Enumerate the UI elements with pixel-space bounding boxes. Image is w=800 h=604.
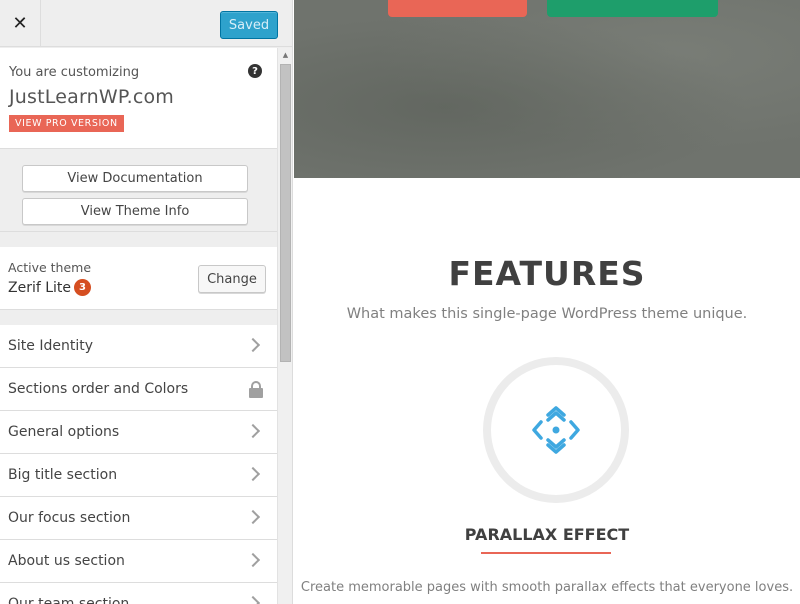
section-label: General options [8,424,120,440]
customizing-label: You are customizing [9,65,140,80]
feature-title: PARALLAX EFFECT [464,525,630,544]
help-icon[interactable]: ? [248,64,262,78]
section-label: Site Identity [8,338,93,354]
section-list: Site Identity Sections order and Colors … [0,325,277,604]
customizer-header: ✕ Saved [0,0,292,47]
section-item-sections-order[interactable]: Sections order and Colors [0,368,277,411]
chevron-right-icon [245,595,261,604]
saved-button[interactable]: Saved [220,11,278,39]
section-item-our-focus[interactable]: Our focus section [0,497,277,540]
section-item-about-us[interactable]: About us section [0,540,277,583]
section-label: Sections order and Colors [8,381,189,397]
section-label: Our focus section [8,510,131,526]
divider [0,233,277,247]
customize-info: You are customizing ? JustLearnWP.com VI… [0,48,277,149]
chevron-right-icon [245,337,261,353]
theme-name: Zerif Lite [8,280,72,296]
scroll-up-arrow-icon[interactable]: ▲ [278,50,292,60]
section-item-big-title[interactable]: Big title section [0,454,277,497]
features-subtitle: What makes this single-page WordPress th… [346,306,748,322]
theme-links: View Documentation View Theme Info [0,150,277,232]
section-label: About us section [8,553,125,569]
feature-description: Create memorable pages with smooth paral… [300,580,794,595]
chevron-right-icon [245,423,261,439]
feature-title-underline [481,552,611,554]
close-icon: ✕ [12,13,28,34]
customizer-sidebar: ✕ Saved You are customizing ? JustLearnW… [0,0,293,604]
chevron-right-icon [245,509,261,525]
scrollbar-thumb[interactable] [280,64,291,362]
view-documentation-button[interactable]: View Documentation [22,165,248,192]
chevron-right-icon [245,552,261,568]
hero-background [294,0,800,178]
section-item-our-team[interactable]: Our team section [0,583,277,604]
sidebar-scrollbar[interactable]: ▲ [277,48,292,604]
customizer-panel: You are customizing ? JustLearnWP.com VI… [0,48,277,604]
section-label: Our team section [8,596,130,604]
divider [0,311,277,325]
chevron-right-icon [245,466,261,482]
view-pro-version-button[interactable]: VIEW PRO VERSION [9,115,124,132]
site-preview: FEATURES What makes this single-page Wor… [294,0,800,604]
parallax-arrows-icon [532,406,580,454]
active-theme: Active theme Zerif Lite 3 Change [0,247,277,310]
section-item-site-identity[interactable]: Site Identity [0,325,277,368]
features-title: FEATURES [448,254,646,293]
hero-green-button[interactable] [547,0,718,17]
active-theme-label: Active theme [8,260,92,275]
section-label: Big title section [8,467,118,483]
hero-red-button[interactable] [388,0,527,17]
close-customizer-button[interactable]: ✕ [0,0,41,47]
view-theme-info-button[interactable]: View Theme Info [22,198,248,225]
site-title: JustLearnWP.com [9,86,175,108]
change-theme-button[interactable]: Change [198,265,266,293]
lock-icon [249,381,263,398]
theme-update-badge: 3 [74,279,91,296]
section-item-general-options[interactable]: General options [0,411,277,454]
feature-icon-circle [483,357,629,503]
